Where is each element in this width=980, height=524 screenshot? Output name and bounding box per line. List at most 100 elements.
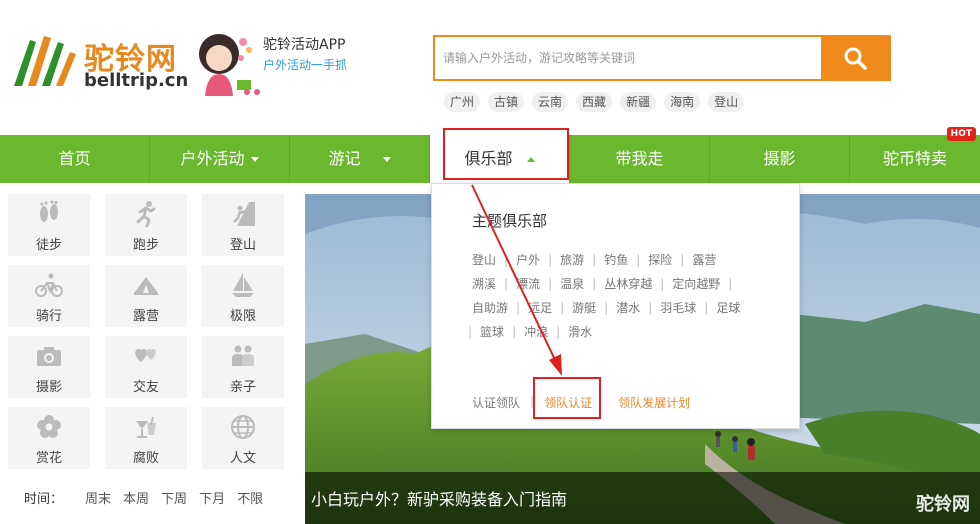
- nav-label: 游记: [328, 149, 361, 168]
- club-theme-link[interactable]: 丛林穿越: [604, 272, 652, 296]
- hot-tag[interactable]: 广州: [444, 92, 481, 112]
- category-friends[interactable]: 交友: [105, 336, 187, 398]
- club-theme-link[interactable]: 旅游: [560, 248, 584, 272]
- divider: |: [592, 253, 597, 267]
- club-theme-row: 登山 | 户外 | 旅游 | 钓鱼 | 探险 | 露营: [472, 248, 792, 272]
- club-theme-link[interactable]: 远足: [528, 296, 552, 320]
- nav-coin-sale[interactable]: 驼币特卖 HOT: [850, 127, 980, 183]
- page: 驼铃网 belltrip.cn 驼铃活动APP 户外活动一手抓 广州: [0, 0, 980, 524]
- hot-tag[interactable]: 西藏: [576, 92, 613, 112]
- club-theme-link[interactable]: 漂流: [516, 272, 540, 296]
- divider: |: [468, 325, 473, 339]
- club-theme-link[interactable]: 潜水: [616, 296, 640, 320]
- category-family[interactable]: 亲子: [202, 336, 284, 398]
- search-icon: [844, 47, 867, 70]
- divider: |: [548, 277, 553, 291]
- app-title: 驼铃活动APP: [263, 37, 346, 53]
- club-theme-link[interactable]: 滑水: [568, 320, 592, 344]
- divider: |: [512, 325, 517, 339]
- category-label: 人文: [229, 451, 256, 466]
- cocktail-icon: [136, 416, 156, 438]
- flower-icon: [37, 415, 61, 438]
- club-theme-link[interactable]: 羽毛球: [660, 296, 696, 320]
- category-party[interactable]: 腐败: [105, 407, 187, 469]
- category-running[interactable]: 跑步: [105, 194, 187, 256]
- divider: |: [636, 253, 641, 267]
- category-cycling[interactable]: 骑行: [8, 265, 90, 327]
- hot-badge: HOT: [946, 127, 976, 141]
- club-theme-link[interactable]: 自助游: [472, 296, 508, 320]
- camera-icon: [37, 347, 61, 366]
- time-option[interactable]: 周末: [85, 488, 111, 507]
- category-label: 交友: [132, 380, 159, 395]
- club-theme-link[interactable]: 冲浪: [524, 320, 548, 344]
- search-bar: [433, 35, 891, 81]
- nav-home[interactable]: 首页: [0, 135, 150, 183]
- time-filter-label: 时间：: [24, 492, 64, 507]
- club-theme-row: 溯溪 | 漂流 | 温泉 | 丛林穿越 | 定向越野 |: [472, 272, 792, 296]
- hot-tag[interactable]: 古镇: [488, 92, 525, 112]
- category-extreme[interactable]: 极限: [202, 265, 284, 327]
- hot-tag[interactable]: 海南: [664, 92, 701, 112]
- divider: |: [604, 301, 609, 315]
- category-label: 亲子: [229, 380, 256, 395]
- category-flowers[interactable]: 赏花: [8, 407, 90, 469]
- club-theme-link[interactable]: 篮球: [480, 320, 504, 344]
- time-option[interactable]: 不限: [237, 488, 263, 507]
- club-theme-link[interactable]: 游艇: [572, 296, 596, 320]
- logo-text-en: belltrip.cn: [84, 70, 189, 91]
- banner-watermark: 驼铃网: [916, 494, 970, 515]
- nav-label: 户外活动: [180, 149, 245, 168]
- category-photography[interactable]: 摄影: [8, 336, 90, 398]
- search-button[interactable]: [821, 37, 889, 79]
- sailboat-icon: [232, 273, 254, 297]
- site-logo[interactable]: 驼铃网 belltrip.cn: [8, 30, 188, 94]
- club-theme-link[interactable]: 溯溪: [472, 272, 496, 296]
- category-camping[interactable]: 露营: [105, 265, 187, 327]
- hot-tag[interactable]: 登山: [708, 92, 745, 112]
- globe-icon: [231, 415, 255, 439]
- club-theme-link[interactable]: 登山: [472, 248, 496, 272]
- club-theme-link[interactable]: 探险: [648, 248, 672, 272]
- time-option[interactable]: 下月: [199, 488, 225, 507]
- category-label: 赏花: [35, 451, 62, 466]
- club-theme-row: | 篮球 | 冲浪 | 滑水: [468, 320, 792, 344]
- divider: |: [704, 301, 709, 315]
- club-theme-link[interactable]: 定向越野: [672, 272, 720, 296]
- app-promo[interactable]: 驼铃活动APP 户外活动一手抓: [193, 28, 363, 98]
- club-theme-link[interactable]: 温泉: [560, 272, 584, 296]
- search-input[interactable]: [435, 37, 823, 79]
- category-culture[interactable]: 人文: [202, 407, 284, 469]
- leader-development-plan-link[interactable]: 领队发展计划: [618, 394, 690, 411]
- nav-take-me[interactable]: 带我走: [570, 135, 710, 183]
- club-theme-link[interactable]: 钓鱼: [604, 248, 628, 272]
- annotation-box-club: [443, 128, 569, 180]
- nav-label: 首页: [58, 149, 91, 168]
- hot-tag[interactable]: 云南: [532, 92, 569, 112]
- time-option[interactable]: 下周: [161, 488, 187, 507]
- category-climbing[interactable]: 登山: [202, 194, 284, 256]
- club-theme-link[interactable]: 户外: [516, 248, 540, 272]
- nav-travelogue[interactable]: 游记: [290, 135, 430, 183]
- category-hiking[interactable]: 徒步: [8, 194, 90, 256]
- certified-leaders-link[interactable]: 认证领队: [472, 394, 520, 411]
- nav-photography[interactable]: 摄影: [710, 135, 850, 183]
- time-option[interactable]: 本周: [123, 488, 149, 507]
- logo-mark-icon: [14, 36, 76, 86]
- club-theme-link[interactable]: 露营: [692, 248, 716, 272]
- divider: |: [504, 253, 509, 267]
- club-dropdown-menu: 主题俱乐部 登山 | 户外 | 旅游 | 钓鱼 | 探险 | 露营 溯溪 | 漂流 | 温泉 |…: [431, 183, 800, 429]
- footprints-icon: [40, 200, 58, 222]
- nav-label: 摄影: [763, 149, 796, 168]
- nav-outdoor-activities[interactable]: 户外活动: [150, 135, 290, 183]
- divider: |: [660, 277, 665, 291]
- bicycle-icon: [35, 273, 63, 297]
- runner-icon: [136, 201, 156, 228]
- chevron-down-icon: [250, 157, 259, 162]
- climber-icon: [233, 202, 255, 226]
- category-label: 摄影: [35, 380, 62, 395]
- chevron-down-icon: [382, 157, 391, 162]
- club-theme-link[interactable]: 足球: [716, 296, 740, 320]
- annotation-box-certification: [533, 377, 601, 419]
- hot-tag[interactable]: 新疆: [620, 92, 657, 112]
